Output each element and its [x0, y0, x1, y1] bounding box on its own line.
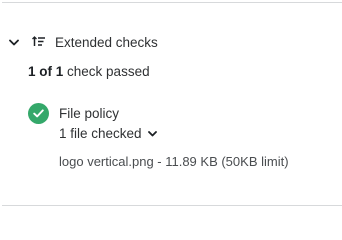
extended-checks-toggle[interactable]: Extended checks — [8, 31, 158, 53]
bottom-divider — [2, 205, 342, 206]
files-checked-label: 1 file checked — [59, 126, 142, 141]
check-item-file-policy: File policy — [28, 103, 119, 124]
sort-lines-icon — [31, 34, 47, 50]
chevron-down-icon — [148, 129, 158, 139]
chevron-down-icon — [8, 36, 20, 48]
checks-summary: 1 of 1 check passed — [28, 64, 150, 79]
check-circle-icon — [28, 103, 49, 124]
check-name: File policy — [59, 106, 120, 121]
file-detail: logo vertical.png - 11.89 KB (50KB limit… — [59, 154, 289, 169]
passed-count: 1 of 1 — [28, 64, 64, 79]
top-divider — [2, 2, 342, 3]
files-checked-toggle[interactable]: 1 file checked — [59, 126, 158, 141]
summary-suffix: check passed — [67, 64, 150, 79]
section-title: Extended checks — [55, 34, 158, 50]
